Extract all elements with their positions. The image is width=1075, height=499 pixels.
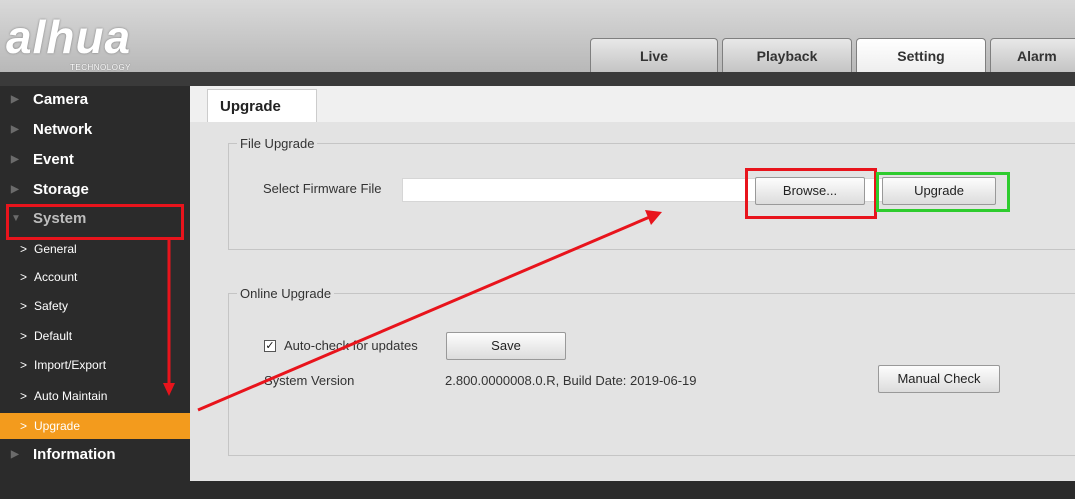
upgrade-button-label: Upgrade bbox=[914, 183, 964, 198]
sidebar-item-storage[interactable]: ▶ Storage bbox=[0, 176, 190, 204]
tab-live-label: Live bbox=[639, 48, 668, 64]
tab-playback-label: Playback bbox=[756, 48, 818, 64]
sidebar-item-event[interactable]: ▶ Event bbox=[0, 146, 190, 174]
manual-check-button[interactable]: Manual Check bbox=[878, 365, 1000, 393]
header-divider bbox=[0, 72, 1075, 86]
tab-upgrade[interactable]: Upgrade bbox=[207, 89, 317, 122]
caret-right-icon: ▶ bbox=[11, 154, 19, 165]
chevron-right-icon: > bbox=[20, 329, 28, 343]
main-content: Upgrade File Upgrade Select Firmware Fil… bbox=[190, 86, 1075, 481]
sidebar-subitem-label: Auto Maintain bbox=[34, 389, 108, 403]
auto-check-label: Auto-check for updates bbox=[284, 338, 418, 353]
chevron-right-icon: > bbox=[20, 419, 28, 433]
file-upgrade-legend: File Upgrade bbox=[240, 136, 315, 151]
manual-check-button-label: Manual Check bbox=[897, 371, 981, 386]
sidebar-item-label: Information bbox=[33, 446, 116, 463]
caret-right-icon: ▶ bbox=[11, 94, 19, 105]
sidebar-subitem-upgrade[interactable]: > Upgrade bbox=[0, 413, 190, 439]
caret-down-icon: ▼ bbox=[11, 213, 21, 224]
tab-setting-label: Setting bbox=[897, 48, 945, 64]
browse-button[interactable]: Browse... bbox=[755, 177, 865, 205]
sidebar-subitem-default[interactable]: > Default bbox=[0, 323, 190, 349]
chevron-right-icon: > bbox=[20, 299, 28, 313]
sidebar-subitem-general[interactable]: > General bbox=[0, 236, 190, 262]
tab-playback[interactable]: Playback bbox=[722, 38, 852, 72]
footer-bar bbox=[190, 481, 1075, 499]
caret-right-icon: ▶ bbox=[11, 449, 19, 460]
caret-right-icon: ▶ bbox=[11, 124, 19, 135]
system-version-label: System Version bbox=[264, 373, 355, 388]
brand-logo: alhua TECHNOLOGY bbox=[6, 11, 176, 72]
save-button-label: Save bbox=[491, 338, 521, 353]
tab-setting[interactable]: Setting bbox=[856, 38, 986, 74]
logo-mark: alhua bbox=[6, 11, 132, 63]
auto-check-checkbox[interactable]: ✓ bbox=[264, 340, 276, 352]
checkmark-icon: ✓ bbox=[265, 340, 275, 352]
sidebar-item-label: Network bbox=[33, 121, 93, 138]
chevron-right-icon: > bbox=[20, 242, 28, 256]
chevron-right-icon: > bbox=[20, 270, 28, 284]
sidebar-subitem-account[interactable]: > Account bbox=[0, 264, 190, 290]
online-upgrade-legend: Online Upgrade bbox=[240, 286, 332, 301]
sidebar-item-label: Camera bbox=[33, 91, 89, 108]
sidebar: ▶ Camera ▶ Network ▶ Event ▶ Storage ▼ S… bbox=[0, 86, 190, 499]
system-version-value: 2.800.0000008.0.R, Build Date: 2019-06-1… bbox=[445, 373, 697, 388]
app-window: alhua TECHNOLOGY Live Playback Setting A… bbox=[0, 0, 1075, 499]
upgrade-panel: File Upgrade Select Firmware File Browse… bbox=[190, 122, 1075, 481]
sidebar-subitem-label: Account bbox=[34, 270, 78, 284]
tab-alarm-label: Alarm bbox=[1017, 48, 1057, 64]
sidebar-subitem-label: Import/Export bbox=[34, 358, 107, 372]
tab-upgrade-label: Upgrade bbox=[220, 98, 281, 115]
sidebar-item-information[interactable]: ▶ Information bbox=[0, 441, 190, 469]
caret-right-icon: ▶ bbox=[11, 184, 19, 195]
chevron-right-icon: > bbox=[20, 358, 28, 372]
sidebar-subitem-label: General bbox=[34, 242, 77, 256]
sidebar-subitem-label: Safety bbox=[34, 299, 69, 313]
browse-button-label: Browse... bbox=[782, 183, 838, 198]
select-firmware-label: Select Firmware File bbox=[263, 181, 382, 196]
sidebar-item-label: Storage bbox=[33, 181, 89, 198]
sidebar-subitem-label: Default bbox=[34, 329, 73, 343]
tab-alarm[interactable]: Alarm bbox=[990, 38, 1075, 72]
header: alhua TECHNOLOGY Live Playback Setting A… bbox=[0, 0, 1075, 74]
sidebar-subitem-label: Upgrade bbox=[34, 419, 81, 433]
sidebar-subitem-safety[interactable]: > Safety bbox=[0, 293, 190, 319]
sidebar-item-network[interactable]: ▶ Network bbox=[0, 116, 190, 144]
chevron-right-icon: > bbox=[20, 389, 28, 403]
upgrade-button[interactable]: Upgrade bbox=[882, 177, 996, 205]
sidebar-item-label: System bbox=[33, 210, 87, 227]
sidebar-item-label: Event bbox=[33, 151, 74, 168]
sidebar-item-camera[interactable]: ▶ Camera bbox=[0, 86, 190, 114]
sidebar-subitem-import-export[interactable]: > Import/Export bbox=[0, 352, 190, 378]
sidebar-item-system[interactable]: ▼ System bbox=[0, 205, 190, 233]
sidebar-subitem-auto-maintain[interactable]: > Auto Maintain bbox=[0, 383, 190, 409]
tab-live[interactable]: Live bbox=[590, 38, 718, 72]
save-button[interactable]: Save bbox=[446, 332, 566, 360]
